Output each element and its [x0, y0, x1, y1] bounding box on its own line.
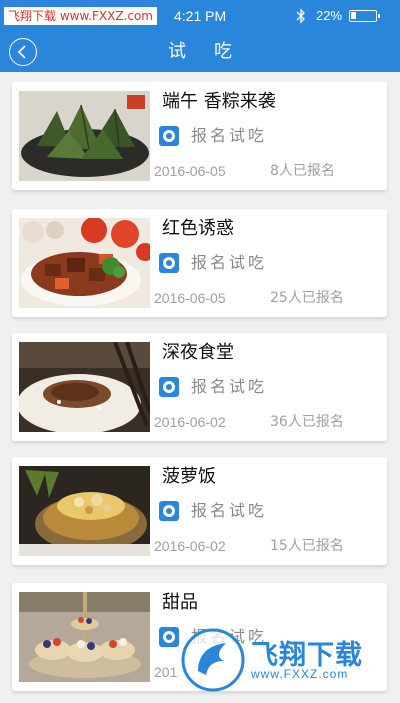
sign-up-label: 报名试吃: [191, 501, 268, 520]
item-title: 端午 香粽来袭: [162, 91, 276, 112]
status-bar: 飞翔下载 www.FXXZ.com 4:21 PM 22%: [0, 0, 400, 32]
sign-up-label: 报名试吃: [191, 253, 268, 272]
item-title: 红色诱惑: [162, 218, 234, 239]
item-title: 深夜食堂: [162, 342, 234, 363]
clock: 4:21 PM: [174, 8, 227, 24]
signup-count: 8人已报名: [270, 163, 335, 179]
battery-level: [351, 12, 356, 19]
signup-count: 25人已报名: [270, 290, 344, 306]
sign-up-label: 报名试吃: [191, 377, 268, 396]
signup-count: 36人已报名: [270, 414, 344, 430]
watermark-logo: [181, 628, 245, 692]
food-image: [19, 592, 150, 682]
watermark-url: www.FXXZ.com: [251, 667, 349, 681]
plate-icon: [159, 126, 179, 146]
plate-icon: [159, 377, 179, 397]
item-date: 2016-06-02: [154, 538, 226, 554]
plate-icon: [159, 627, 179, 647]
watermark-overlay: 飞翔下载 www.FXXZ.com: [178, 625, 393, 695]
plate-icon: [159, 253, 179, 273]
battery-icon: [349, 10, 380, 22]
list-item[interactable]: 菠萝饭 报名试吃 2016-06-02 15人已报名: [12, 457, 387, 565]
list-item[interactable]: 深夜食堂 报名试吃 2016-06-02 36人已报名: [12, 333, 387, 441]
nav-bar: 试吃: [0, 32, 400, 72]
food-image: [19, 218, 150, 308]
page-title: 试吃: [168, 41, 260, 62]
chevron-left-icon: [17, 45, 26, 59]
item-title: 菠萝饭: [162, 466, 216, 487]
bluetooth-icon: [296, 8, 305, 24]
battery-percent: 22%: [316, 8, 343, 23]
watermark-badge: 飞翔下载 www.FXXZ.com: [4, 7, 157, 25]
sign-up-label: 报名试吃: [191, 126, 268, 145]
food-image: [19, 342, 150, 432]
plate-icon: [159, 501, 179, 521]
item-date: 2016-06-02: [154, 414, 226, 430]
food-image: [19, 466, 150, 556]
item-date: 2016-06-05: [154, 290, 226, 306]
item-title: 甜品: [162, 592, 198, 613]
list-item[interactable]: 红色诱惑 报名试吃 2016-06-05 25人已报名: [12, 209, 387, 317]
back-button[interactable]: [9, 38, 37, 66]
item-date: 201: [154, 664, 178, 680]
food-image: [19, 91, 150, 181]
item-date: 2016-06-05: [154, 163, 226, 179]
list-item[interactable]: 端午 香粽来袭 报名试吃 2016-06-05 8人已报名: [12, 82, 387, 190]
signup-count: 15人已报名: [270, 538, 344, 554]
